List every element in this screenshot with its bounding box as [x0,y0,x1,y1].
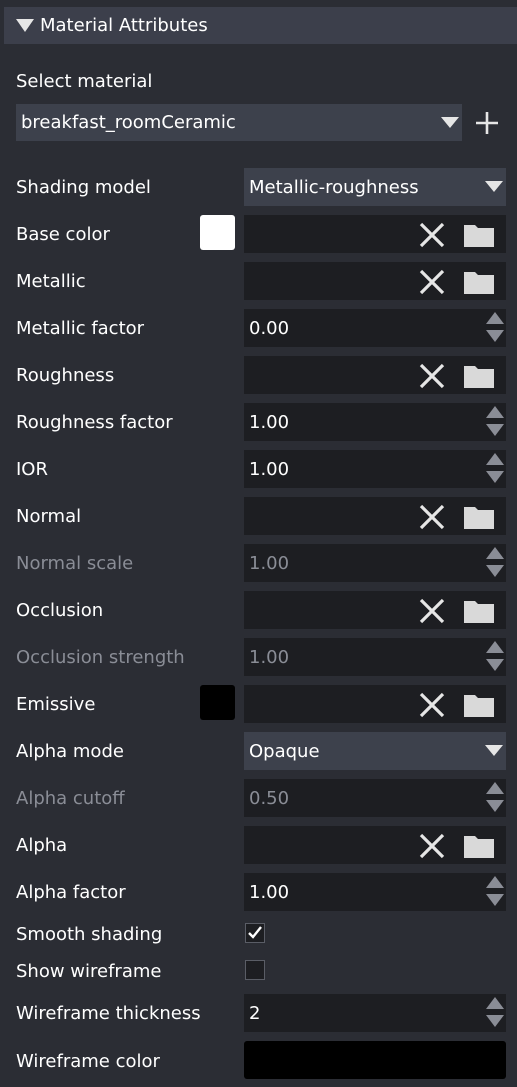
normal-scale-spinbox[interactable]: 1.00 [244,544,506,582]
select-material-label: Select material [16,71,153,92]
roughness-texture-field[interactable] [244,356,506,394]
spin-arrows-icon[interactable] [486,406,504,438]
roughness-factor-value: 1.00 [249,411,290,433]
alpha-cutoff-value: 0.50 [249,787,290,809]
emissive-label: Emissive [16,694,96,715]
metallic-texture-field[interactable] [244,262,506,300]
chevron-down-icon [441,117,459,128]
occlusion-strength-label: Occlusion strength [16,647,185,668]
clear-icon[interactable] [418,691,446,719]
spin-arrows-icon[interactable] [486,312,504,344]
wireframe-thickness-value: 2 [249,1002,261,1024]
clear-icon[interactable] [418,597,446,625]
alpha-mode-value: Opaque [249,740,320,762]
add-material-button[interactable] [474,110,500,136]
folder-icon[interactable] [464,598,494,623]
chevron-down-icon [485,745,503,756]
occlusion-label: Occlusion [16,600,104,621]
folder-icon[interactable] [464,692,494,717]
spin-arrows-icon[interactable] [486,997,504,1029]
wireframe-thickness-label: Wireframe thickness [16,1003,201,1024]
metallic-label: Metallic [16,271,86,292]
clear-icon[interactable] [418,268,446,296]
smooth-shading-label: Smooth shading [16,924,163,945]
occlusion-texture-field[interactable] [244,591,506,629]
base-color-swatch[interactable] [200,215,235,250]
alpha-mode-label: Alpha mode [16,741,124,762]
roughness-factor-label: Roughness factor [16,412,173,433]
folder-icon[interactable] [464,363,494,388]
alpha-factor-spinbox[interactable]: 1.00 [244,873,506,911]
alpha-cutoff-label: Alpha cutoff [16,788,125,809]
clear-icon[interactable] [418,221,446,249]
show-wireframe-checkbox[interactable] [245,960,265,980]
folder-icon[interactable] [464,833,494,858]
collapse-triangle-icon [16,18,34,32]
base-color-label: Base color [16,224,110,245]
section-title: Material Attributes [40,15,208,36]
spin-arrows-icon[interactable] [486,547,504,579]
material-dropdown[interactable]: breakfast_roomCeramic [16,104,462,141]
section-header-material-attributes[interactable]: Material Attributes [4,7,517,44]
normal-texture-field[interactable] [244,497,506,535]
folder-icon[interactable] [464,222,494,247]
alpha-factor-value: 1.00 [249,881,290,903]
clear-icon[interactable] [418,503,446,531]
metallic-factor-spinbox[interactable]: 0.00 [244,309,506,347]
folder-icon[interactable] [464,269,494,294]
spin-arrows-icon[interactable] [486,876,504,908]
base-color-texture-field[interactable] [244,215,506,253]
metallic-factor-label: Metallic factor [16,318,145,339]
normal-scale-label: Normal scale [16,553,134,574]
ior-label: IOR [16,459,48,480]
metallic-factor-value: 0.00 [249,317,290,339]
shading-model-value: Metallic-roughness [249,176,419,198]
roughness-factor-spinbox[interactable]: 1.00 [244,403,506,441]
show-wireframe-label: Show wireframe [16,961,162,982]
alpha-cutoff-spinbox[interactable]: 0.50 [244,779,506,817]
spin-arrows-icon[interactable] [486,782,504,814]
shading-model-dropdown[interactable]: Metallic-roughness [244,168,506,206]
chevron-down-icon [485,181,503,192]
folder-icon[interactable] [464,504,494,529]
spin-arrows-icon[interactable] [486,641,504,673]
shading-model-label: Shading model [16,177,151,198]
occlusion-strength-value: 1.00 [249,646,290,668]
wireframe-thickness-spinbox[interactable]: 2 [244,994,506,1032]
checkmark-icon [248,926,262,939]
occlusion-strength-spinbox[interactable]: 1.00 [244,638,506,676]
smooth-shading-checkbox[interactable] [245,923,265,943]
material-dropdown-value: breakfast_roomCeramic [21,112,236,133]
wireframe-color-label: Wireframe color [16,1051,160,1072]
alpha-label: Alpha [16,835,68,856]
clear-icon[interactable] [418,832,446,860]
normal-label: Normal [16,506,82,527]
emissive-color-swatch[interactable] [200,685,235,720]
emissive-texture-field[interactable] [244,685,506,723]
ior-value: 1.00 [249,458,290,480]
roughness-label: Roughness [16,365,115,386]
alpha-factor-label: Alpha factor [16,882,126,903]
alpha-mode-dropdown[interactable]: Opaque [244,732,506,770]
wireframe-color-swatch[interactable] [244,1041,506,1079]
clear-icon[interactable] [418,362,446,390]
ior-spinbox[interactable]: 1.00 [244,450,506,488]
alpha-texture-field[interactable] [244,826,506,864]
spin-arrows-icon[interactable] [486,453,504,485]
normal-scale-value: 1.00 [249,552,290,574]
